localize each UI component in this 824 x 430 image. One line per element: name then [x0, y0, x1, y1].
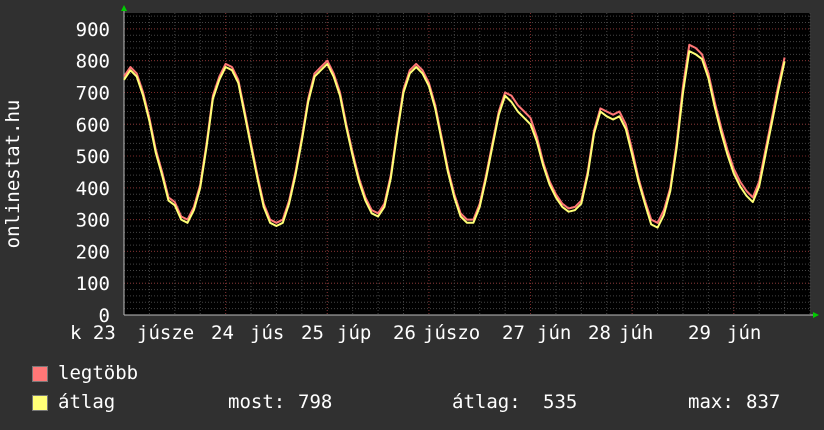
y-tick-label: 100 [76, 273, 110, 295]
y-axis-label: onlinestat.hu [2, 100, 24, 249]
y-tick-label: 800 [76, 51, 110, 73]
chart-svg: 0100200300400500600700800900k 23 júsze 24 j… [2, 5, 819, 344]
y-tick-label: 400 [76, 178, 110, 200]
chart: 0 100 200 300 400 500 600 700 800 900 k 23 júsze 24 j… [0, 0, 824, 430]
x-tick-label: 29 [688, 322, 711, 344]
y-tick-label: 500 [76, 146, 110, 168]
x-tick-label: 27 [502, 322, 525, 344]
y-tick-label: 200 [76, 241, 110, 263]
x-tick-label: júsze [137, 322, 194, 344]
stat-max-label: max: [688, 391, 734, 413]
legend-label-atlag: átlag [58, 391, 116, 413]
x-tick-label: jún [727, 322, 761, 344]
x-tick-label: 24 [211, 322, 234, 344]
x-tick-label: júp [337, 322, 371, 344]
x-tick-label: jún [537, 322, 571, 344]
y-axis-arrow [121, 5, 127, 11]
x-tick-label: 28 [588, 322, 611, 344]
y-tick-label: 900 [76, 19, 110, 41]
x-tick-label: k 23 [70, 322, 116, 344]
x-axis-arrow [813, 312, 819, 318]
stat-avg-label: átlag: [452, 391, 521, 413]
stat-most-value: 798 [298, 391, 333, 413]
x-tick-label: júszo [423, 322, 480, 344]
y-tick-label: 300 [76, 210, 110, 232]
legend-swatch-atlag [32, 395, 48, 411]
stat-max-value: 837 [746, 391, 781, 413]
x-tick-label: 25 [301, 322, 324, 344]
y-tick-label: 600 [76, 114, 110, 136]
legend-swatch-legtobb [32, 366, 48, 382]
plot-area [124, 13, 810, 315]
x-tick-label: 26 [393, 322, 416, 344]
x-tick-label: jús [250, 322, 284, 344]
y-tick-label: 700 [76, 82, 110, 104]
x-tick-label: júh [619, 322, 653, 344]
stat-avg-value: 535 [543, 391, 578, 413]
legend-label-legtobb: legtöbb [58, 362, 139, 384]
stat-most-label: most: [228, 391, 286, 413]
